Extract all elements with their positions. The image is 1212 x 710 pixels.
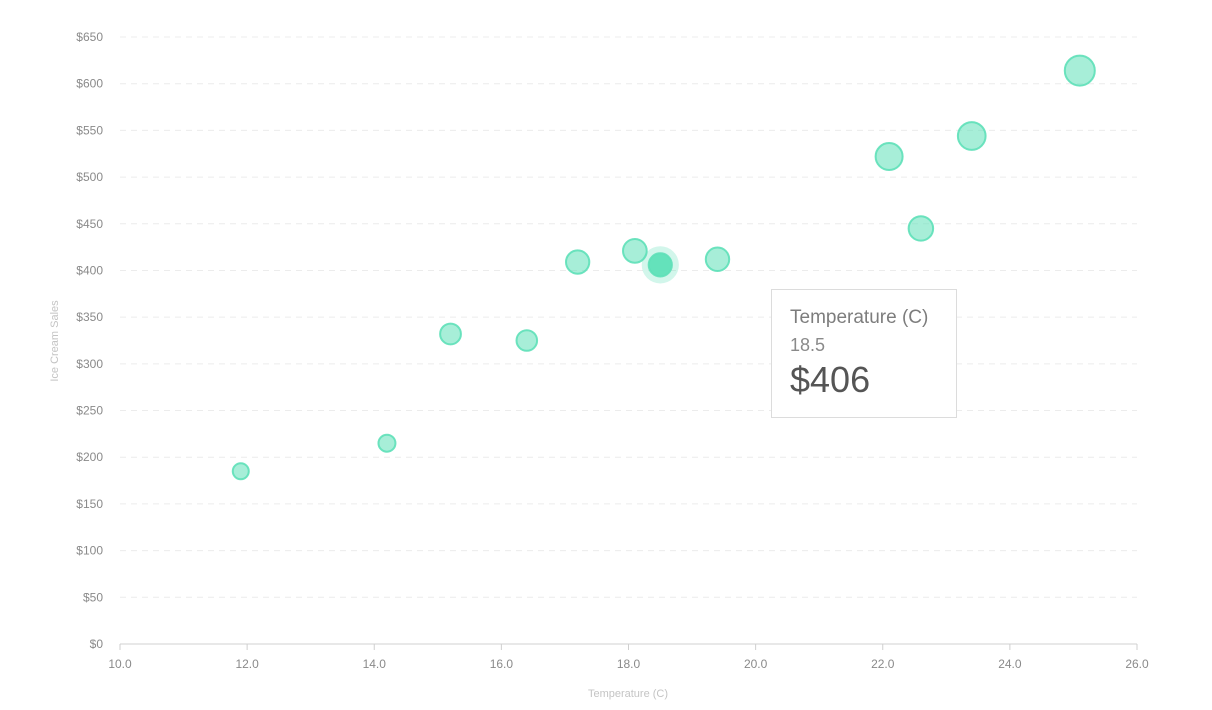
y-tick-label: $300 (76, 357, 103, 371)
y-tick-label: $500 (76, 170, 103, 184)
x-tick-label: 18.0 (617, 657, 641, 671)
y-tick-label: $650 (76, 30, 103, 44)
tooltip-y-value: $406 (790, 359, 871, 400)
y-tick-label: $200 (76, 450, 103, 464)
data-point[interactable] (956, 121, 987, 151)
x-tick-label: 16.0 (490, 657, 514, 671)
y-tick-label: $150 (76, 497, 103, 511)
gridlines (120, 36, 1137, 598)
data-point[interactable] (704, 246, 731, 272)
data-point[interactable] (377, 433, 397, 453)
y-tick-label: $50 (83, 590, 103, 604)
x-axis-title: Temperature (C) (588, 688, 668, 700)
x-tick-label: 22.0 (871, 657, 895, 671)
y-tick-label: $550 (76, 123, 103, 137)
x-axis-tick-labels: 10.0 12.0 14.0 16.0 18.0 20.0 22.0 24.0 26.0 (108, 657, 1149, 671)
tooltip-title: Temperature (C) (790, 307, 929, 328)
x-tick-label: 24.0 (998, 657, 1022, 671)
tooltip-x-value: 18.5 (790, 335, 826, 355)
x-tick-label: 14.0 (363, 657, 387, 671)
x-tick-label: 12.0 (235, 657, 259, 671)
scatter-chart: $0 $50 $100 $150 $200 $250 $300 $350 $400 $450 $50… (49, 30, 1149, 700)
y-tick-label: $450 (76, 217, 103, 231)
y-axis-title: Ice Cream Sales (49, 300, 61, 382)
x-tick-label: 20.0 (744, 657, 768, 671)
y-tick-label: $350 (76, 310, 103, 324)
data-point[interactable] (874, 142, 904, 172)
data-point[interactable] (515, 329, 539, 352)
data-point[interactable] (907, 215, 935, 242)
axes (119, 643, 1138, 650)
y-tick-label: $400 (76, 263, 103, 277)
y-tick-label: $250 (76, 404, 103, 418)
data-point[interactable] (231, 462, 250, 481)
data-points (231, 54, 1096, 481)
y-tick-label: $0 (90, 637, 104, 651)
data-point[interactable] (1063, 54, 1096, 87)
data-point[interactable] (564, 249, 591, 275)
data-point-highlighted[interactable] (647, 252, 673, 278)
y-axis-tick-labels: $0 $50 $100 $150 $200 $250 $300 $350 $400 $450 $50… (76, 30, 103, 651)
hover-tooltip: Temperature (C) 18.5 $406 (771, 289, 957, 418)
x-tick-label: 10.0 (108, 657, 132, 671)
x-tick-label: 26.0 (1125, 657, 1149, 671)
data-point[interactable] (439, 322, 462, 346)
y-tick-label: $100 (76, 544, 103, 558)
y-tick-label: $600 (76, 77, 103, 91)
